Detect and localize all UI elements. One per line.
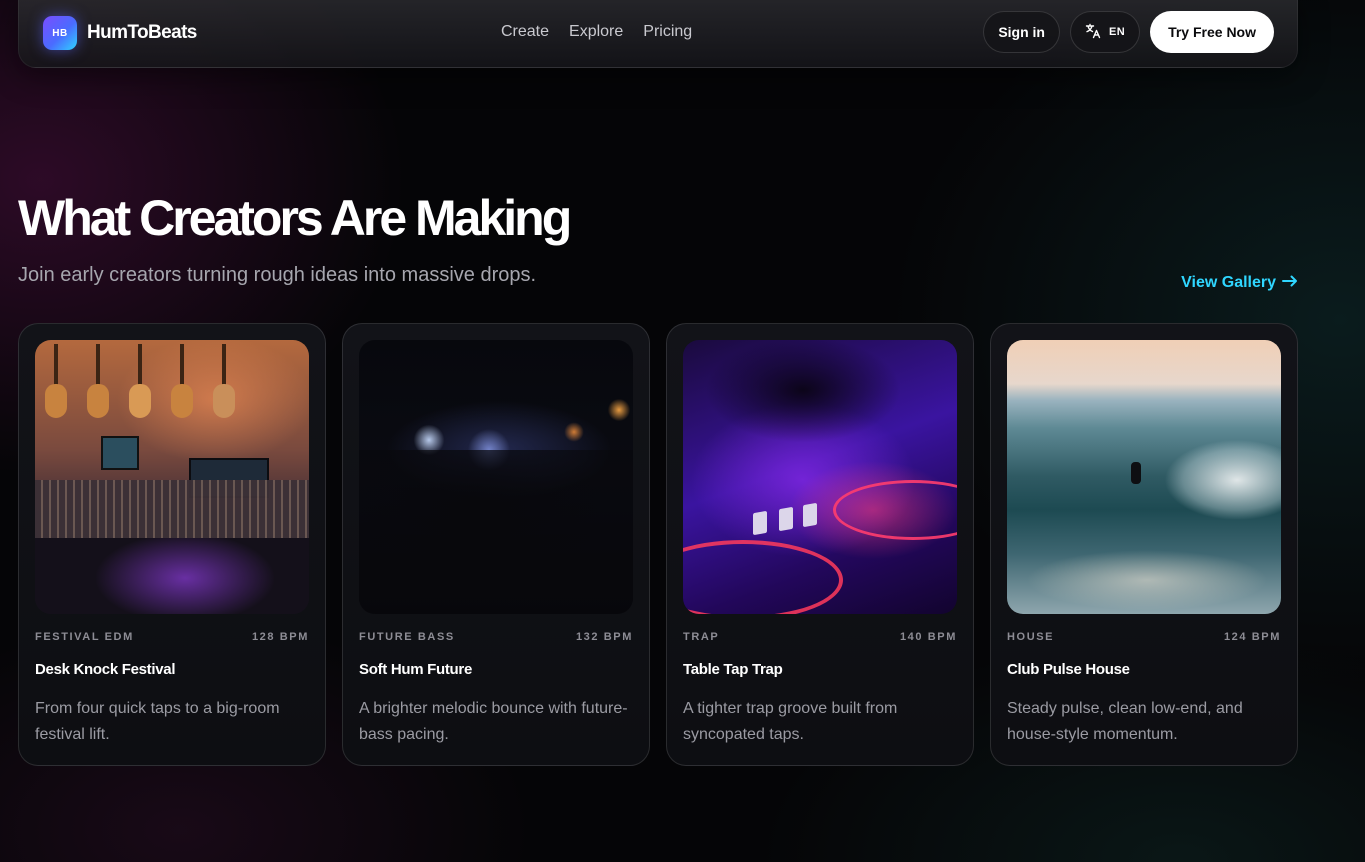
language-button[interactable]: EN — [1069, 11, 1141, 53]
card-title: Soft Hum Future — [359, 661, 472, 678]
bpm-label: 128 BPM — [251, 631, 309, 643]
sign-in-button[interactable]: Sign in — [983, 11, 1060, 53]
top-nav: HB HumToBeats Create Explore Pricing Sig… — [18, 0, 1298, 68]
card-meta: FUTURE BASS 132 BPM — [359, 631, 633, 643]
nav-links: Create Explore Pricing — [501, 23, 692, 41]
genre-label: HOUSE — [1007, 631, 1055, 643]
surfer-image — [1007, 340, 1281, 614]
genre-label: FUTURE BASS — [359, 631, 455, 643]
card-title: Table Tap Trap — [683, 661, 783, 678]
card-meta: HOUSE 124 BPM — [1007, 631, 1281, 643]
logo-badge: HB — [43, 16, 77, 50]
nav-actions: Sign in EN Try Free Now — [983, 11, 1274, 53]
bpm-label: 124 BPM — [1223, 631, 1281, 643]
genre-label: FESTIVAL EDM — [35, 631, 134, 643]
card-description: A brighter melodic bounce with future-ba… — [359, 700, 628, 743]
try-free-button[interactable]: Try Free Now — [1150, 11, 1274, 53]
view-gallery-label: View Gallery — [1181, 274, 1276, 291]
concert-crowd-image — [359, 340, 633, 614]
bpm-label: 140 BPM — [899, 631, 957, 643]
creation-card[interactable]: HOUSE 124 BPM Club Pulse House Steady pu… — [990, 323, 1298, 766]
brand-name: HumToBeats — [87, 22, 197, 43]
card-meta: TRAP 140 BPM — [683, 631, 957, 643]
translate-icon — [1085, 23, 1101, 42]
brand[interactable]: HB HumToBeats — [43, 16, 197, 50]
bpm-label: 132 BPM — [575, 631, 633, 643]
view-gallery-link[interactable]: View Gallery — [1181, 274, 1298, 292]
music-studio-image — [35, 340, 309, 614]
language-code: EN — [1108, 26, 1126, 38]
creation-card[interactable]: FESTIVAL EDM 128 BPM Desk Knock Festival… — [18, 323, 326, 766]
creation-card[interactable]: TRAP 140 BPM Table Tap Trap A tighter tr… — [666, 323, 974, 766]
card-meta: FESTIVAL EDM 128 BPM — [35, 631, 309, 643]
nav-link-explore[interactable]: Explore — [569, 23, 623, 41]
card-description: Steady pulse, clean low-end, and house-s… — [1007, 700, 1243, 743]
section-title: What Creators Are Making — [18, 190, 572, 246]
arrow-right-icon — [1282, 274, 1298, 292]
nav-link-pricing[interactable]: Pricing — [643, 23, 692, 41]
section-subtitle: Join early creators turning rough ideas … — [18, 264, 537, 286]
creation-card[interactable]: FUTURE BASS 132 BPM Soft Hum Future A br… — [342, 323, 650, 766]
card-title: Desk Knock Festival — [35, 661, 176, 678]
card-description: A tighter trap groove built from syncopa… — [683, 700, 898, 743]
genre-label: TRAP — [683, 631, 720, 643]
dj-mixer-image — [683, 340, 957, 614]
card-description: From four quick taps to a big-room festi… — [35, 700, 280, 743]
creations-grid: FESTIVAL EDM 128 BPM Desk Knock Festival… — [18, 323, 1298, 766]
card-title: Club Pulse House — [1007, 661, 1130, 678]
nav-link-create[interactable]: Create — [501, 23, 549, 41]
